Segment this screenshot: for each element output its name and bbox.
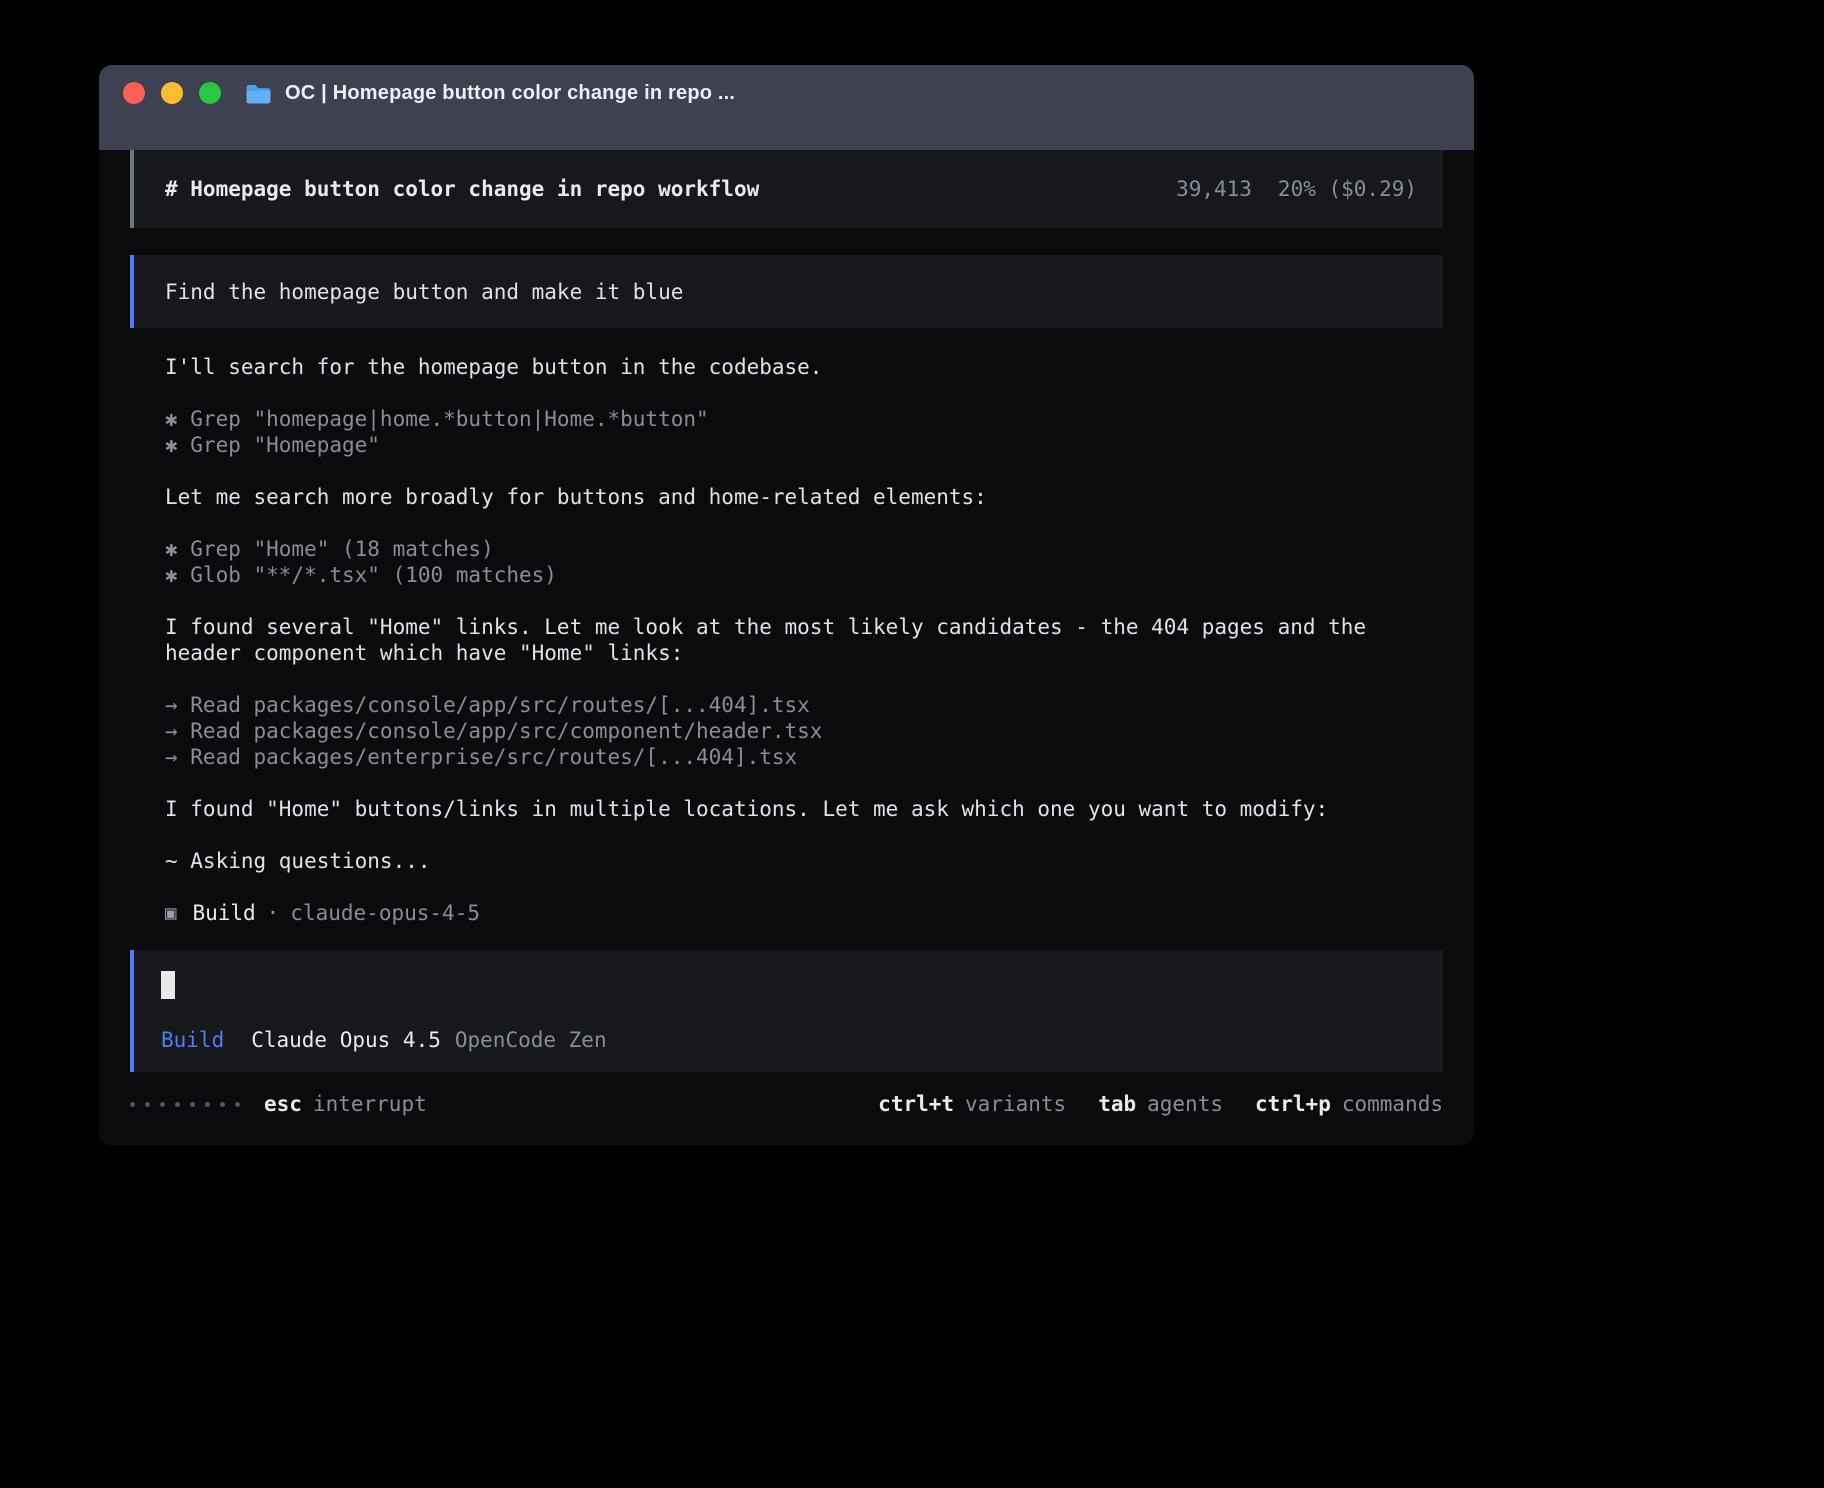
- shortcut-key: esc: [264, 1091, 302, 1117]
- tool-call-grep: ✱ Grep "homepage|home.*button|Home.*butt…: [165, 406, 1443, 432]
- traffic-lights: [123, 82, 221, 104]
- shortcut-interrupt[interactable]: esc interrupt: [264, 1091, 427, 1117]
- assistant-text: I found several "Home" links. Let me loo…: [165, 614, 1443, 666]
- assistant-text: Let me search more broadly for buttons a…: [165, 484, 1443, 510]
- shortcut-key: tab: [1098, 1091, 1136, 1117]
- mode-label[interactable]: Build: [161, 1027, 224, 1053]
- user-message: Find the homepage button and make it blu…: [130, 255, 1443, 328]
- context-usage: 20% ($0.29): [1278, 176, 1417, 202]
- tool-call-grep: ✱ Grep "Homepage": [165, 432, 1443, 458]
- shortcut-label: interrupt: [313, 1091, 427, 1117]
- tool-call-read: → Read packages/console/app/src/componen…: [165, 718, 1443, 744]
- shortcut-variants[interactable]: ctrl+t variants: [878, 1091, 1066, 1117]
- tool-call-glob: ✱ Glob "**/*.tsx" (100 matches): [165, 562, 1443, 588]
- tool-call-read: → Read packages/enterprise/src/routes/[.…: [165, 744, 1443, 770]
- agent-status-line: ▣ Build · claude-opus-4-5: [165, 900, 1443, 926]
- window-title: OC | Homepage button color change in rep…: [285, 82, 735, 105]
- agent-name: Build: [192, 900, 255, 926]
- close-button[interactable]: [123, 82, 145, 104]
- zoom-button[interactable]: [199, 82, 221, 104]
- text-cursor: [161, 971, 175, 999]
- window-titlebar[interactable]: OC | Homepage button color change in rep…: [99, 65, 1474, 121]
- agent-separator: ·: [267, 900, 280, 926]
- assistant-status-text: ~ Asking questions...: [165, 848, 1443, 874]
- minimize-button[interactable]: [161, 82, 183, 104]
- shortcut-label: agents: [1147, 1091, 1223, 1117]
- folder-icon: [245, 83, 272, 104]
- shortcut-key: ctrl+t: [878, 1091, 954, 1117]
- provider-name: OpenCode Zen: [455, 1027, 607, 1053]
- terminal-window: OC | Homepage button color change in rep…: [99, 65, 1474, 1145]
- session-title: # Homepage button color change in repo w…: [165, 176, 759, 202]
- shortcut-agents[interactable]: tab agents: [1098, 1091, 1223, 1117]
- assistant-text: I'll search for the homepage button in t…: [165, 354, 1443, 380]
- agent-model: claude-opus-4-5: [290, 900, 480, 926]
- assistant-transcript: I'll search for the homepage button in t…: [165, 354, 1443, 874]
- assistant-text: I found "Home" buttons/links in multiple…: [165, 796, 1443, 822]
- shortcut-label: variants: [965, 1091, 1066, 1117]
- shortcut-key: ctrl+p: [1255, 1091, 1331, 1117]
- session-stats: 39,413 20% ($0.29): [1176, 176, 1417, 202]
- tool-call-grep: ✱ Grep "Home" (18 matches): [165, 536, 1443, 562]
- spinner-dots: [130, 1102, 240, 1107]
- shortcut-commands[interactable]: ctrl+p commands: [1255, 1091, 1443, 1117]
- terminal-content: # Homepage button color change in repo w…: [99, 150, 1474, 1145]
- session-header: # Homepage button color change in repo w…: [130, 150, 1443, 228]
- agent-icon: ▣: [165, 900, 176, 926]
- prompt-input[interactable]: Build Claude Opus 4.5 OpenCode Zen: [130, 950, 1443, 1072]
- shortcut-label: commands: [1342, 1091, 1443, 1117]
- model-selector-row[interactable]: Build Claude Opus 4.5 OpenCode Zen: [161, 1027, 1443, 1053]
- token-count: 39,413: [1176, 176, 1252, 202]
- tool-call-read: → Read packages/console/app/src/routes/[…: [165, 692, 1443, 718]
- user-message-text: Find the homepage button and make it blu…: [165, 279, 683, 305]
- status-bar: esc interrupt ctrl+t variants tab agents…: [130, 1091, 1443, 1117]
- model-name[interactable]: Claude Opus 4.5: [251, 1027, 441, 1053]
